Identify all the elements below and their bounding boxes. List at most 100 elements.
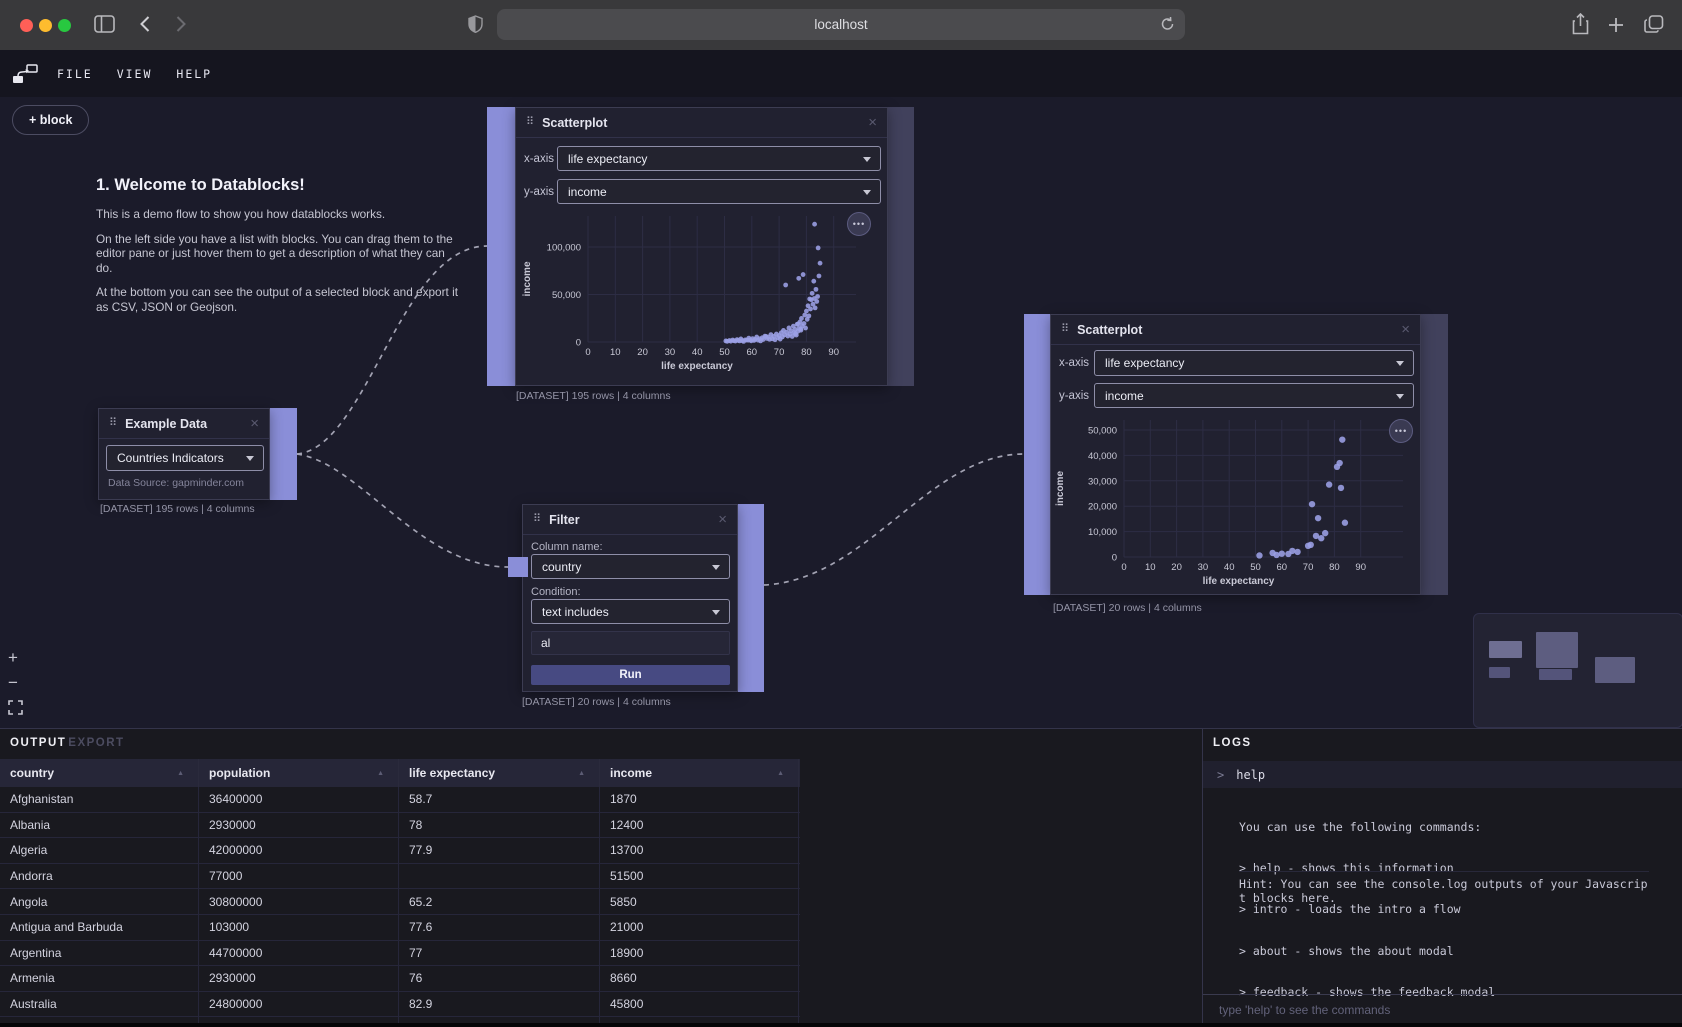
flow-canvas[interactable]: + block 1. Welcome to Datablocks! This i…: [0, 97, 1682, 728]
svg-text:0: 0: [585, 347, 590, 358]
menu-file[interactable]: FILE: [57, 67, 93, 81]
y-axis-label: y-axis: [520, 186, 554, 198]
svg-text:20: 20: [637, 347, 648, 358]
tab-output[interactable]: OUTPUT: [10, 737, 66, 749]
example-data-header[interactable]: ⠿ Example Data ×: [99, 409, 269, 439]
forward-icon[interactable]: [176, 16, 186, 32]
sidebar-toggle-icon[interactable]: [94, 15, 115, 33]
run-button[interactable]: Run: [531, 665, 730, 685]
column-label: country: [10, 766, 54, 780]
zoom-in-button[interactable]: +: [8, 649, 18, 666]
close-icon[interactable]: ×: [868, 115, 877, 130]
back-icon[interactable]: [140, 16, 150, 32]
condition-value: text includes: [542, 605, 609, 619]
log-hint: Hint: You can see the console.log output…: [1239, 871, 1649, 906]
column-header-country[interactable]: country ▲: [0, 759, 199, 787]
table-body: Afghanistan3640000058.71870Albania293000…: [0, 787, 800, 1027]
url-bar[interactable]: localhost: [497, 9, 1185, 40]
share-icon[interactable]: [1572, 13, 1589, 35]
minimap-block: [1489, 667, 1510, 678]
privacy-shield-icon[interactable]: [468, 15, 483, 33]
minimap[interactable]: [1473, 613, 1682, 728]
scatterplot1-chart: 050,000100,0000102030405060708090life ex…: [516, 204, 889, 392]
sort-asc-icon[interactable]: ▲: [177, 770, 184, 777]
y-axis-select[interactable]: income: [557, 179, 881, 204]
table-cell: 21000: [600, 915, 799, 940]
close-icon[interactable]: ×: [718, 512, 727, 527]
filter-status: [DATASET] 20 rows | 4 columns: [522, 696, 671, 708]
tab-overview-icon[interactable]: [1644, 15, 1664, 34]
table-cell: Algeria: [0, 838, 199, 863]
close-icon[interactable]: ×: [1401, 322, 1410, 337]
table-cell: Armenia: [0, 966, 199, 991]
filter-header[interactable]: ⠿ Filter ×: [523, 505, 737, 535]
scatterplot1-menu-button[interactable]: •••: [847, 212, 871, 236]
column-label: life expectancy: [409, 766, 495, 780]
table-cell: 51500: [600, 864, 799, 889]
column-header-population[interactable]: population▲: [199, 759, 399, 787]
log-response: You can use the following commands: > he…: [1239, 793, 1495, 1027]
table-cell: 77.6: [399, 915, 600, 940]
tab-export[interactable]: EXPORT: [68, 737, 124, 749]
block-title: Example Data: [125, 417, 207, 431]
table-cell: 18900: [600, 941, 799, 966]
example-data-block[interactable]: ⠿ Example Data × Countries Indicators Da…: [98, 408, 270, 500]
sort-asc-icon[interactable]: ▲: [777, 770, 784, 777]
svg-text:0: 0: [1112, 553, 1117, 564]
menu-view[interactable]: VIEW: [117, 67, 153, 81]
condition-select[interactable]: text includes: [531, 599, 730, 624]
dataset-select[interactable]: Countries Indicators: [106, 445, 264, 471]
zoom-window-button[interactable]: [58, 19, 71, 32]
close-icon[interactable]: ×: [250, 416, 259, 431]
scatterplot2-menu-button[interactable]: •••: [1389, 419, 1413, 443]
svg-text:10,000: 10,000: [1088, 527, 1117, 538]
browser-titlebar: localhost: [0, 0, 1682, 51]
scatterplot2-header[interactable]: ⠿ Scatterplot ×: [1051, 315, 1420, 345]
filter-query-input[interactable]: [531, 631, 730, 655]
table-cell: 30800000: [199, 889, 399, 914]
block-title: Filter: [549, 513, 580, 527]
sort-asc-icon[interactable]: ▲: [377, 770, 384, 777]
x-axis-select[interactable]: life expectancy: [557, 146, 881, 171]
scatterplot1-header[interactable]: ⠿ Scatterplot ×: [516, 108, 887, 138]
column-value: country: [542, 560, 581, 574]
svg-text:50: 50: [1250, 562, 1261, 573]
logs-command-input[interactable]: [1203, 994, 1682, 1025]
minimize-window-button[interactable]: [39, 19, 52, 32]
drag-handle-icon[interactable]: ⠿: [1061, 324, 1069, 335]
table-row: Afghanistan3640000058.71870: [0, 787, 800, 813]
sort-asc-icon[interactable]: ▲: [578, 770, 585, 777]
zoom-out-button[interactable]: −: [8, 674, 18, 691]
reload-icon[interactable]: [1160, 16, 1175, 32]
drag-handle-icon[interactable]: ⠿: [526, 117, 534, 128]
svg-text:70: 70: [1303, 562, 1314, 573]
svg-text:80: 80: [1329, 562, 1340, 573]
new-tab-icon[interactable]: [1608, 17, 1624, 33]
app-menubar: FILE VIEW HELP: [0, 50, 1682, 98]
scatterplot2-block[interactable]: ⠿ Scatterplot × x-axis life expectancy y…: [1050, 314, 1421, 595]
drag-handle-icon[interactable]: ⠿: [109, 418, 117, 429]
filter-block[interactable]: ⠿ Filter × Column name: country Conditio…: [522, 504, 738, 692]
column-select[interactable]: country: [531, 554, 730, 579]
menu-help[interactable]: HELP: [176, 67, 212, 81]
scatterplot1-block[interactable]: ⠿ Scatterplot × x-axis life expectancy y…: [515, 107, 888, 386]
column-header-life-expectancy[interactable]: life expectancy ▲: [399, 759, 600, 787]
close-window-button[interactable]: [20, 19, 33, 32]
fit-view-icon[interactable]: [8, 700, 23, 715]
output-tabs: OUTPUT EXPORT: [10, 737, 125, 749]
welcome-paragraph: At the bottom you can see the output of …: [96, 285, 460, 314]
table-cell: 58.7: [399, 787, 600, 812]
column-header-income[interactable]: income▲: [600, 759, 799, 787]
scatterplot1-input-port[interactable]: [487, 107, 515, 386]
filter-input-port[interactable]: [508, 557, 528, 577]
scatterplot2-input-port[interactable]: [1024, 314, 1050, 595]
filter-output-port[interactable]: [738, 504, 764, 692]
x-axis-select[interactable]: life expectancy: [1094, 350, 1414, 376]
svg-text:100,000: 100,000: [547, 243, 581, 254]
example-data-output-port[interactable]: [270, 408, 297, 500]
table-cell: 77.9: [399, 838, 600, 863]
add-block-button[interactable]: + block: [12, 105, 89, 135]
drag-handle-icon[interactable]: ⠿: [533, 514, 541, 525]
table-cell: Albania: [0, 813, 199, 838]
example-data-status: [DATASET] 195 rows | 4 columns: [100, 503, 255, 515]
